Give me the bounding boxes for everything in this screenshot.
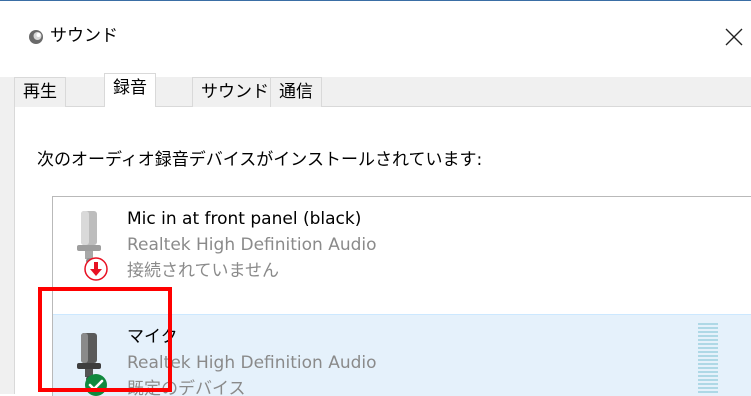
device-driver: Realtek High Definition Audio — [127, 353, 377, 373]
close-button[interactable] — [718, 21, 750, 53]
sound-dialog: サウンド 次のオーディオ録音デバイスがインストールされています: Mic in … — [0, 0, 751, 396]
device-list[interactable]: Mic in at front panel (black) Realtek Hi… — [52, 196, 751, 396]
tab-sounds[interactable]: サウンド — [192, 77, 278, 107]
window-title: サウンド — [50, 26, 118, 46]
device-status: 接続されていません — [127, 261, 279, 281]
device-status: 既定のデバイス — [127, 379, 246, 396]
instruction-text: 次のオーディオ録音デバイスがインストールされています: — [37, 150, 483, 170]
level-meter — [698, 323, 718, 395]
device-name: Mic in at front panel (black) — [127, 209, 362, 229]
tab-recording[interactable]: 録音 — [104, 73, 156, 107]
tab-panel-recording: 次のオーディオ録音デバイスがインストールされています: Mic in at fr… — [14, 106, 751, 396]
list-item-device-mic[interactable]: マイク Realtek High Definition Audio 既定のデバイ… — [53, 314, 751, 396]
speaker-icon — [28, 29, 44, 45]
device-driver: Realtek High Definition Audio — [127, 235, 377, 255]
tab-communications[interactable]: 通信 — [270, 77, 322, 107]
dialog-client-area: 次のオーディオ録音デバイスがインストールされています: Mic in at fr… — [0, 73, 751, 396]
list-item-device-front-mic[interactable]: Mic in at front panel (black) Realtek Hi… — [53, 197, 751, 282]
close-icon — [725, 28, 743, 46]
disconnected-arrow-icon — [84, 257, 108, 281]
title-bar: サウンド — [0, 1, 751, 77]
device-name: マイク — [127, 327, 178, 347]
tab-playback[interactable]: 再生 — [14, 77, 66, 107]
